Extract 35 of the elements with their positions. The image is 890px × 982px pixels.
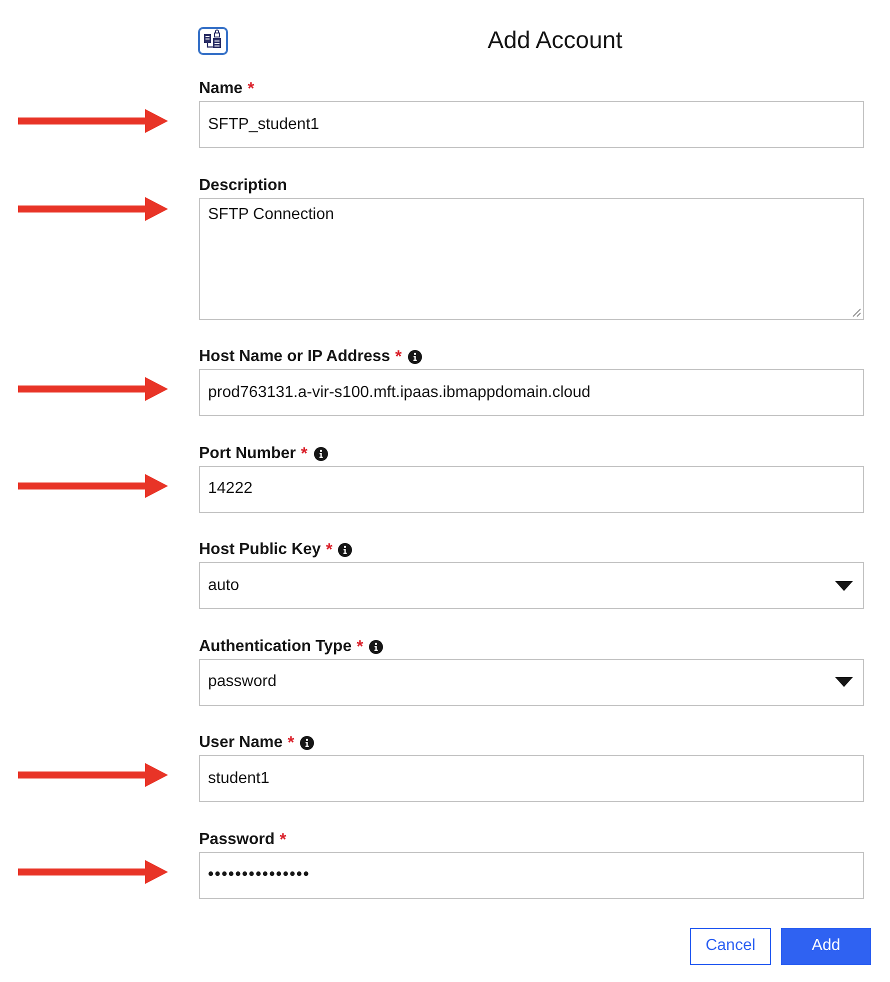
add-button[interactable]: Add — [781, 928, 871, 964]
required-mark: * — [395, 348, 402, 366]
required-mark: * — [300, 444, 308, 462]
dialog-title: Add Account — [486, 27, 624, 55]
field-label: Port Number — [199, 444, 296, 462]
dropdown[interactable]: auto — [199, 562, 864, 609]
field-label: Authentication Type — [199, 638, 352, 656]
field-label: Description — [199, 176, 288, 194]
field-label: Password — [199, 830, 275, 848]
info-icon[interactable] — [314, 446, 328, 460]
required-mark: * — [356, 638, 364, 656]
field-label: Name — [199, 80, 243, 98]
caret-icon[interactable] — [835, 677, 853, 687]
info-icon[interactable] — [338, 543, 352, 557]
field-label: Host Public Key — [199, 541, 321, 559]
required-mark: * — [280, 830, 286, 848]
input-field[interactable]: student1 — [199, 755, 864, 802]
required-mark: * — [248, 80, 254, 98]
input-field[interactable]: 14222 — [199, 466, 864, 512]
input-field[interactable]: prod763131.a-vir-s100.mft.ipaas.ibmappdomain.cloud — [199, 369, 864, 416]
resize-grip-icon[interactable] — [851, 306, 861, 316]
text-area[interactable]: SFTP Connection — [199, 198, 864, 320]
cancel-button[interactable]: Cancel — [690, 928, 771, 964]
password-field[interactable]: ••••••••••••••• — [199, 852, 864, 898]
required-mark: * — [288, 734, 294, 752]
input-field[interactable]: SFTP_student1 — [199, 101, 864, 148]
info-icon[interactable] — [369, 640, 384, 654]
required-mark: * — [326, 541, 332, 559]
info-icon[interactable] — [408, 350, 422, 364]
info-icon[interactable] — [300, 736, 314, 750]
field-label: User Name — [199, 734, 283, 752]
caret-icon[interactable] — [835, 580, 853, 590]
dropdown[interactable]: password — [199, 658, 864, 706]
field-label: Host Name or IP Address — [199, 348, 390, 366]
documents-lock-icon — [198, 27, 228, 55]
